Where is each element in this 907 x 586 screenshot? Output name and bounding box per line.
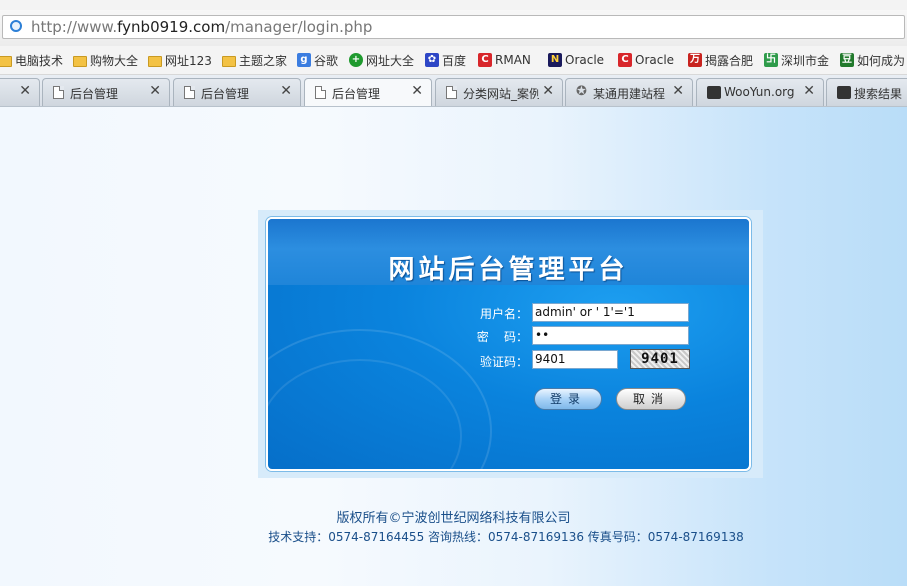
tab-active[interactable]: 后台管理 ✕ [304, 78, 432, 106]
star-icon: ✪ [576, 84, 587, 99]
page-icon [446, 86, 457, 99]
copyright-text: 版权所有©宁波创世纪网络科技有限公司 [336, 511, 571, 526]
page-icon [315, 86, 326, 99]
window-top-strip [0, 0, 907, 10]
url-host: fynb0919.com [117, 18, 226, 36]
contact-text: 技术支持：0574-87164455 咨询热线：0574-87169136 传真… [268, 530, 744, 544]
close-tab-icon[interactable]: ✕ [19, 83, 31, 99]
bookmark-item[interactable]: N Oracle [548, 51, 604, 69]
login-button[interactable]: 登录 [534, 388, 602, 410]
close-tab-icon[interactable]: ✕ [672, 83, 684, 99]
login-panel-header: 网站后台管理平台 [268, 219, 749, 285]
bookmark-item[interactable]: 网址123 [148, 51, 212, 69]
captcha-image[interactable]: 9401 [630, 349, 690, 369]
bookmark-item[interactable]: 购物大全 [73, 51, 138, 69]
username-row: 用户名： admin' or ' 1'='1 [268, 303, 749, 323]
folder-icon [222, 55, 236, 67]
baidu-paw-icon: ✿ [425, 53, 439, 67]
address-bar: http://www.fynb0919.com/manager/login.ph… [0, 10, 907, 46]
wooyun-icon [707, 86, 721, 99]
wooyun-icon [837, 86, 851, 99]
tab[interactable]: 搜索结果 [826, 78, 907, 106]
password-row: 密 码： •• [268, 326, 749, 346]
page-icon [184, 86, 195, 99]
close-tab-icon[interactable]: ✕ [542, 83, 554, 99]
page-footer: 版权所有©宁波创世纪网络科技有限公司 技术支持：0574-87164455 咨询… [0, 510, 907, 546]
tab[interactable]: ✕ [0, 78, 40, 106]
cancel-button[interactable]: 取消 [616, 388, 686, 410]
tab[interactable]: 后台管理 ✕ [42, 78, 170, 106]
tab[interactable]: ✪ 某通用建站程 ✕ [565, 78, 693, 106]
tab-strip: ✕ 后台管理 ✕ 后台管理 ✕ 后台管理 ✕ 分类网站_案例 ✕ ✪ 某通用建站… [0, 75, 907, 107]
bookmark-item[interactable]: 主题之家 [222, 51, 287, 69]
password-input[interactable]: •• [532, 326, 689, 345]
login-panel: 网站后台管理平台 用户名： admin' or ' 1'='1 密 码： •• … [266, 217, 751, 471]
google-icon: g [297, 53, 311, 67]
close-tab-icon[interactable]: ✕ [280, 83, 292, 99]
c-logo-icon: C [478, 53, 492, 67]
dou-logo-icon: 豆 [840, 53, 854, 67]
panel-title: 网站后台管理平台 [388, 255, 629, 285]
url-text: http://www.fynb0919.com/manager/login.ph… [31, 18, 372, 36]
close-tab-icon[interactable]: ✕ [411, 83, 423, 99]
bookmark-item[interactable]: + 网址大全 [349, 51, 414, 69]
green-logo-icon: 卐 [764, 53, 778, 67]
username-input[interactable]: admin' or ' 1'='1 [532, 303, 689, 322]
close-tab-icon[interactable]: ✕ [803, 83, 815, 99]
bookmarks-bar: 电脑技术 购物大全 网址123 主题之家 g 谷歌 + 网址大全 ✿ 百度 C RMAN… [0, 46, 907, 75]
bookmark-item[interactable]: 卐深圳市金 [764, 51, 829, 69]
captcha-row: 验证码： 9401 9401 [268, 349, 749, 369]
folder-icon [148, 55, 162, 67]
folder-icon [0, 55, 12, 67]
page-icon [53, 86, 64, 99]
tab[interactable]: WooYun.org ✕ [696, 78, 824, 106]
c-logo-icon: C [618, 53, 632, 67]
url-input[interactable]: http://www.fynb0919.com/manager/login.ph… [2, 15, 905, 39]
page-content: 网站后台管理平台 用户名： admin' or ' 1'='1 密 码： •• … [0, 107, 907, 586]
plus-globe-icon: + [349, 53, 363, 67]
bookmark-item[interactable]: g 谷歌 [297, 51, 338, 69]
bookmark-item[interactable]: 豆如何成为 [840, 51, 905, 69]
username-label: 用户名： [479, 307, 528, 321]
password-label: 密 码： [476, 330, 528, 344]
bookmark-item[interactable]: ✿ 百度 [425, 51, 466, 69]
wan-logo-icon: 万 [688, 53, 702, 67]
tab[interactable]: 后台管理 ✕ [173, 78, 301, 106]
close-tab-icon[interactable]: ✕ [149, 83, 161, 99]
tab[interactable]: 分类网站_案例 ✕ [435, 78, 563, 106]
url-scheme: http://www. [31, 18, 118, 36]
captcha-label: 验证码： [479, 355, 528, 369]
n-logo-icon: N [548, 53, 562, 67]
captcha-input[interactable]: 9401 [532, 350, 618, 369]
folder-icon [73, 55, 87, 67]
bookmark-item[interactable]: C Oracle [618, 51, 674, 69]
bookmark-item[interactable]: C RMAN [478, 51, 531, 69]
bookmark-item[interactable]: 万揭露合肥 [688, 51, 753, 69]
url-path: /manager/login.php [225, 18, 373, 36]
bookmark-item[interactable]: 电脑技术 [0, 51, 63, 69]
page-globe-icon [10, 20, 22, 32]
